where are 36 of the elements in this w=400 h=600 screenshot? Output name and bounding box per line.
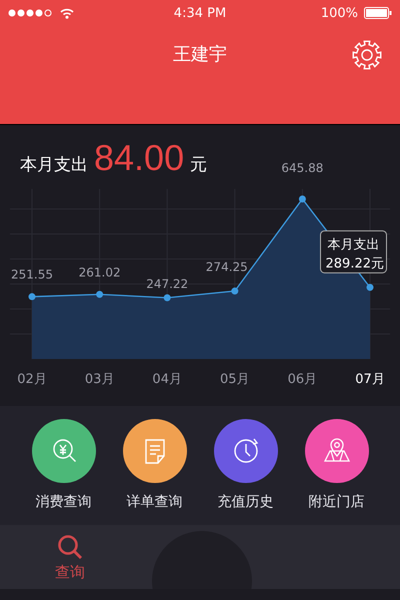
battery-percent: 100% bbox=[320, 6, 358, 20]
menu-label[interactable]: 充值历史 bbox=[218, 493, 274, 511]
month-label: 06月 bbox=[288, 372, 318, 387]
menu-label[interactable]: 详单查询 bbox=[126, 493, 182, 511]
month-label: 02月 bbox=[17, 372, 47, 387]
month-label: 04月 bbox=[152, 372, 182, 387]
summary-label: 本月支出 bbox=[20, 154, 88, 176]
data-point bbox=[366, 284, 374, 291]
data-point bbox=[96, 290, 104, 298]
menu-label[interactable]: 消费查询 bbox=[36, 493, 92, 511]
data-label: 289.22 bbox=[326, 256, 371, 272]
data-point bbox=[298, 196, 306, 202]
data-point bbox=[28, 293, 36, 300]
data-point bbox=[164, 294, 171, 302]
data-point bbox=[231, 288, 238, 295]
status-time: 4:34 PM bbox=[174, 6, 226, 20]
settings-icon[interactable] bbox=[352, 40, 382, 70]
month-label: 05月 bbox=[220, 372, 250, 387]
tooltip-background bbox=[320, 230, 387, 274]
menu-label[interactable]: 附近门店 bbox=[308, 493, 364, 511]
search-icon bbox=[56, 532, 84, 560]
data-label: 645.88 bbox=[281, 161, 324, 175]
signal-icon bbox=[8, 9, 54, 17]
month-label: 03月 bbox=[84, 372, 114, 387]
data-label: 274.25 bbox=[206, 260, 248, 274]
summary-amount: 84.00 bbox=[94, 137, 184, 179]
data-label: 251.55 bbox=[11, 268, 53, 282]
wifi-icon bbox=[60, 8, 74, 18]
battery-icon bbox=[364, 7, 392, 19]
data-label: 261.02 bbox=[78, 265, 121, 280]
month-label: 07月 bbox=[355, 372, 385, 387]
summary-unit: 元 bbox=[190, 154, 208, 176]
data-label: 247.22 bbox=[146, 276, 188, 291]
header-title: 王建宇 bbox=[173, 43, 227, 66]
tooltip-unit: 元 bbox=[371, 256, 384, 272]
tooltip-title: 本月支出 bbox=[328, 237, 380, 252]
